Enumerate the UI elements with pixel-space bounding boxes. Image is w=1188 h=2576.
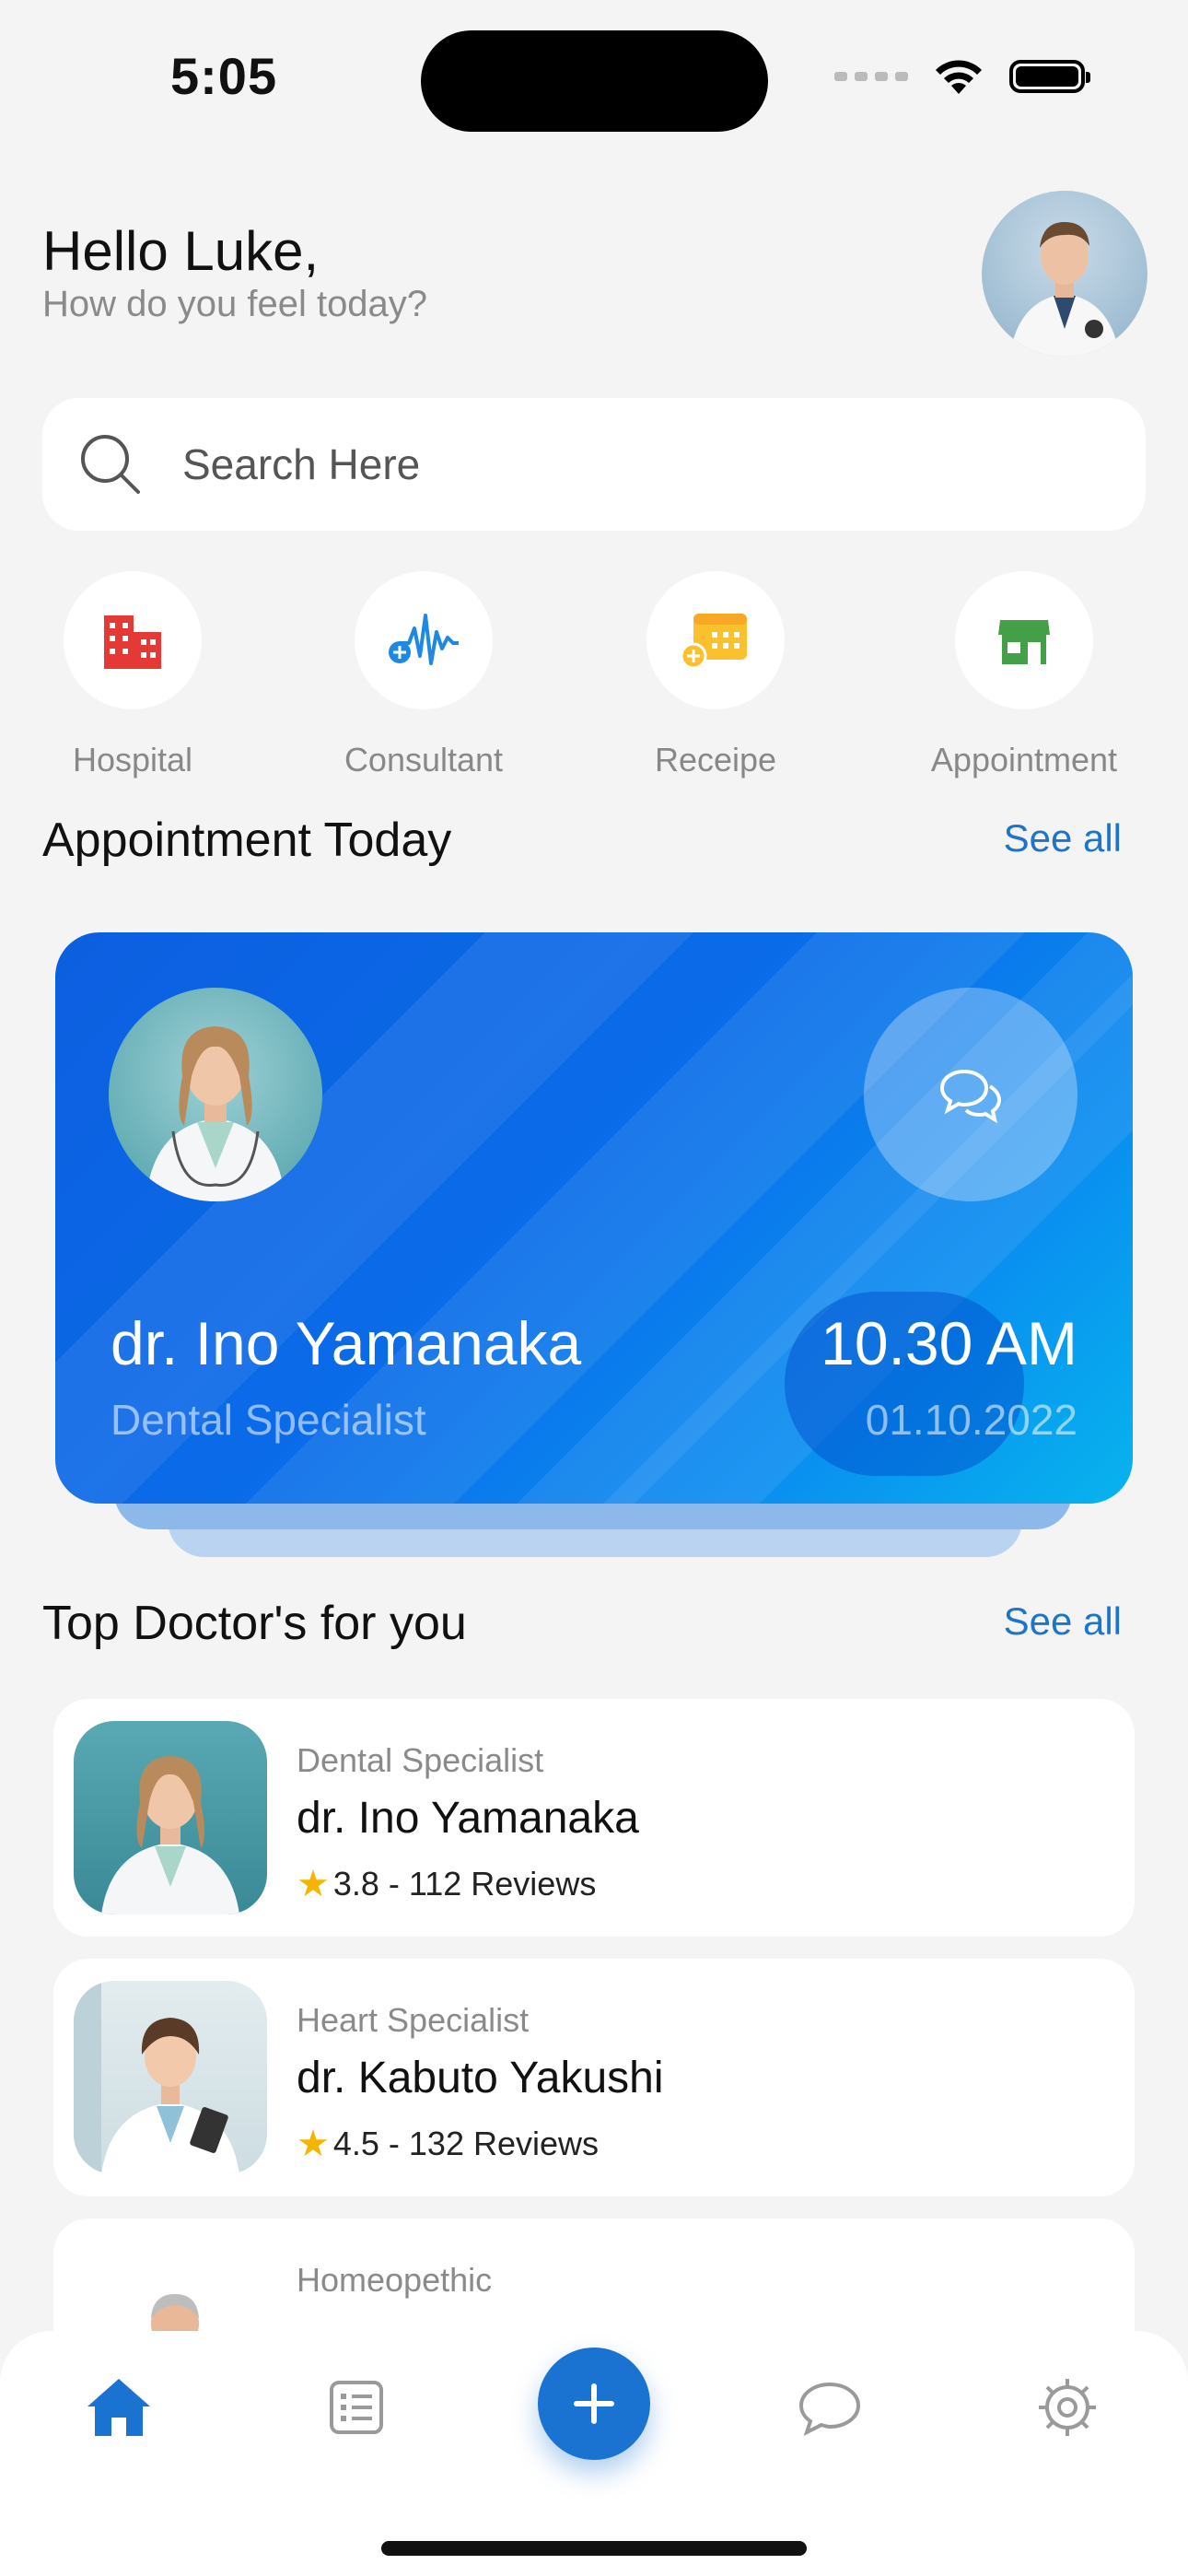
doctors-see-all-link[interactable]: See all	[1004, 1599, 1122, 1644]
person-photo-icon	[1009, 222, 1120, 357]
category-consultant[interactable]: Consultant	[285, 571, 562, 779]
appointment-doctor-name: dr. Ino Yamanaka	[111, 1309, 582, 1377]
appointment-doctor-photo	[109, 988, 322, 1201]
chat-icon	[798, 2382, 861, 2436]
calendar-plus-icon	[681, 614, 747, 670]
star-icon: ★	[297, 2124, 330, 2164]
plus-icon	[574, 2383, 614, 2424]
doctor-list-item[interactable]: Heart Specialist dr. Kabuto Yakushi ★ 4.…	[53, 1959, 1135, 2196]
doctor-specialty: Heart Specialist	[297, 2001, 530, 2039]
appointment-doctor-specialty: Dental Specialist	[111, 1396, 426, 1444]
list-icon	[330, 2381, 383, 2434]
category-label: Appointment	[930, 741, 1118, 779]
heartbeat-plus-icon	[389, 614, 459, 665]
appointment-date: 01.10.2022	[865, 1396, 1077, 1444]
status-icons	[834, 57, 1090, 96]
dynamic-island	[421, 30, 768, 132]
hospital-building-icon	[104, 615, 161, 669]
user-avatar[interactable]	[982, 191, 1147, 357]
category-label: Hospital	[72, 741, 193, 779]
search-input[interactable]	[181, 439, 1013, 490]
appointment-time: 10.30 AM	[821, 1309, 1077, 1377]
search-icon	[81, 435, 140, 494]
store-icon	[998, 620, 1050, 664]
home-icon	[87, 2379, 150, 2436]
cellular-signal-icon	[834, 72, 908, 81]
battery-icon	[1009, 60, 1090, 93]
category-receipe[interactable]: Receipe	[577, 571, 854, 779]
appointment-card[interactable]: dr. Ino Yamanaka Dental Specialist 10.30…	[55, 932, 1133, 1504]
category-label: Consultant	[344, 741, 504, 779]
doctor-rating: ★ 3.8 - 112 Reviews	[297, 1863, 596, 1905]
settings-gear-icon	[1039, 2379, 1096, 2436]
greeting: Hello Luke,	[42, 220, 320, 282]
category-hospital-circle	[64, 571, 202, 709]
doctors-section-title: Top Doctor's for you	[42, 1597, 467, 1650]
doctor-rating: ★ 4.5 - 132 Reviews	[297, 2123, 599, 2165]
search-bar[interactable]	[42, 398, 1146, 531]
nav-settings[interactable]	[1026, 2366, 1109, 2449]
doctor-list-item[interactable]: Dental Specialist dr. Ino Yamanaka ★ 3.8…	[53, 1699, 1135, 1937]
category-appointment[interactable]: Appointment	[886, 571, 1162, 779]
chat-button[interactable]	[864, 988, 1077, 1201]
doctor-rating-text: 3.8 - 112 Reviews	[332, 1865, 597, 1903]
category-hospital[interactable]: Hospital	[0, 571, 271, 779]
nav-home[interactable]	[77, 2366, 160, 2449]
doctor-name: dr. Ino Yamanaka	[297, 1794, 639, 1843]
doctor-specialty: Dental Specialist	[297, 1741, 544, 1779]
category-label: Receipe	[654, 741, 777, 779]
nav-list[interactable]	[315, 2366, 398, 2449]
category-consultant-circle	[355, 571, 493, 709]
doctor-photo	[74, 1981, 267, 2174]
status-time: 5:05	[170, 47, 278, 105]
category-receipe-circle	[646, 571, 785, 709]
wifi-icon	[936, 60, 982, 94]
home-indicator	[381, 2541, 807, 2556]
doctor-rating-text: 4.5 - 132 Reviews	[332, 2125, 599, 2162]
appointment-see-all-link[interactable]: See all	[1004, 816, 1122, 861]
chat-bubbles-icon	[939, 1069, 1002, 1123]
add-button[interactable]	[538, 2348, 650, 2460]
doctor-photo	[74, 1721, 267, 1914]
star-icon: ★	[297, 1864, 330, 1904]
category-appointment-circle	[955, 571, 1093, 709]
appointment-section-title: Appointment Today	[42, 814, 452, 867]
greeting-subtitle: How do you feel today?	[42, 284, 428, 324]
nav-chat[interactable]	[788, 2366, 871, 2449]
doctor-name: dr. Kabuto Yakushi	[297, 2054, 664, 2102]
doctor-specialty: Homeopethic	[297, 2261, 493, 2299]
